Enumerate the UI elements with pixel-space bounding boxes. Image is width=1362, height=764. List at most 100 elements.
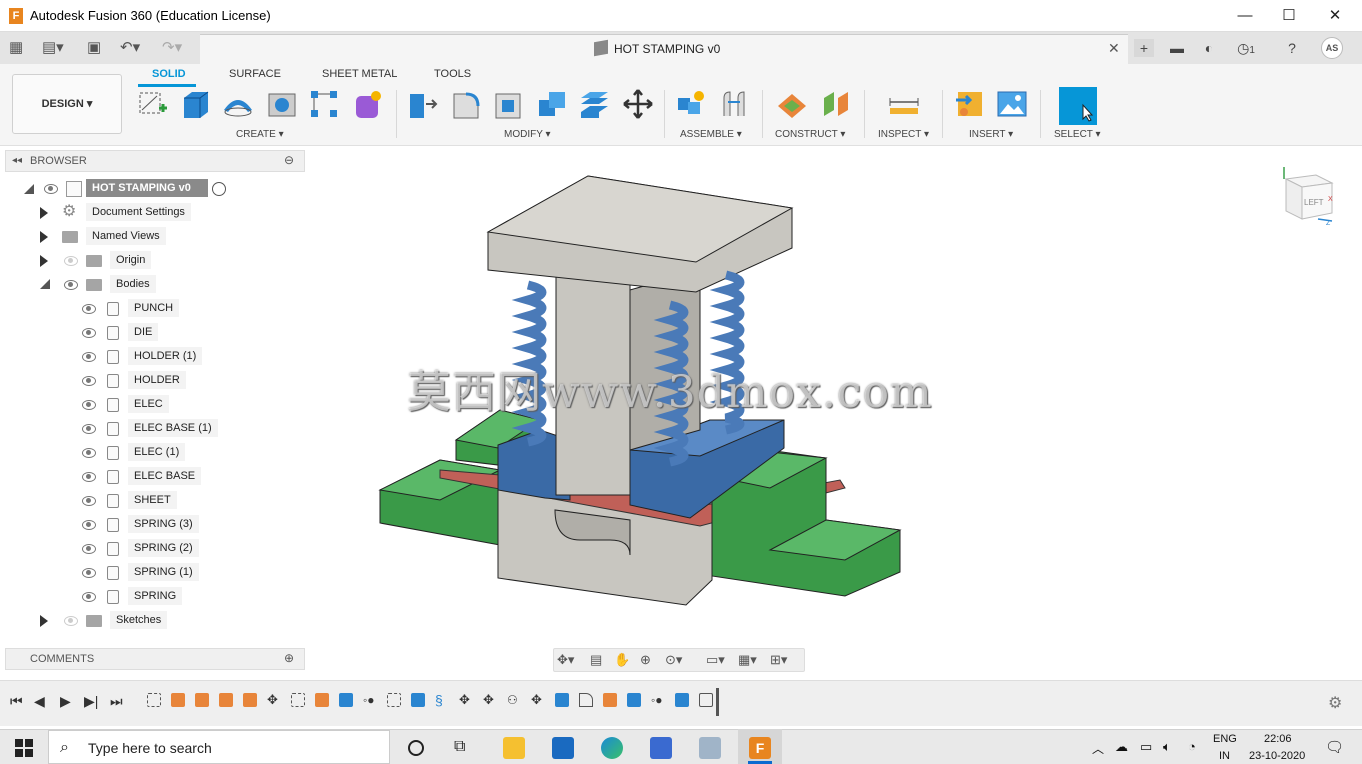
visibility-eye-icon[interactable] xyxy=(82,568,96,578)
timeline-move-icon[interactable]: ✥ xyxy=(459,693,473,707)
go-to-end-icon[interactable]: ⏭ xyxy=(110,693,123,710)
browser-node-named-views[interactable]: Named Views xyxy=(36,227,236,247)
grid-settings-icon[interactable]: ▦▾ xyxy=(738,652,757,668)
activate-radio-icon[interactable] xyxy=(212,182,226,196)
joint-icon[interactable] xyxy=(718,88,750,120)
show-hidden-icons-icon[interactable]: ︿ xyxy=(1092,740,1104,757)
timeline-split-icon[interactable] xyxy=(627,693,641,707)
body-item[interactable]: ELEC BASE (1) xyxy=(78,419,228,439)
split-body-icon[interactable] xyxy=(578,88,610,120)
play-icon[interactable]: ▶ xyxy=(60,693,71,710)
photos-icon[interactable] xyxy=(699,737,721,759)
visibility-eye-icon[interactable] xyxy=(82,376,96,386)
comments-panel-header[interactable]: COMMENTS ⊕ xyxy=(5,648,305,670)
insert-group-label[interactable]: INSERT ▾ xyxy=(969,129,1013,140)
timeline-joint-icon[interactable]: ◦● xyxy=(363,693,377,707)
hidden-eye-icon[interactable] xyxy=(64,256,78,266)
minimize-panel-icon[interactable]: ⊖ xyxy=(284,153,294,167)
viewports-icon[interactable]: ⊞▾ xyxy=(770,652,787,668)
browser-node-bodies[interactable]: Bodies xyxy=(36,275,236,295)
timeline-marker[interactable] xyxy=(716,688,719,716)
create-sketch-icon[interactable] xyxy=(137,88,169,120)
expand-arrow-icon[interactable] xyxy=(24,184,34,194)
visibility-eye-icon[interactable] xyxy=(82,520,96,530)
pattern-icon[interactable] xyxy=(308,88,340,120)
fit-zoom-icon[interactable]: ⊙▾ xyxy=(665,652,682,668)
timeline-combine-icon[interactable] xyxy=(675,693,689,707)
windows-start-icon[interactable] xyxy=(15,739,33,757)
timeline-combine-icon[interactable] xyxy=(555,693,569,707)
visibility-eye-icon[interactable] xyxy=(64,280,78,290)
undo-icon[interactable]: ↶▾ xyxy=(120,38,140,58)
help-icon[interactable]: ? xyxy=(1283,39,1301,57)
job-status-icon[interactable]: ◷1 xyxy=(1234,39,1258,57)
body-item[interactable]: HOLDER (1) xyxy=(78,347,228,367)
timeline-split-icon[interactable] xyxy=(339,693,353,707)
combine-icon[interactable] xyxy=(536,88,568,120)
body-item[interactable]: HOLDER xyxy=(78,371,228,391)
minimize-button[interactable]: — xyxy=(1234,6,1256,26)
chat-icon[interactable]: ▬ xyxy=(1168,39,1186,57)
visibility-eye-icon[interactable] xyxy=(82,328,96,338)
visibility-eye-icon[interactable] xyxy=(82,496,96,506)
browser-panel-header[interactable]: ◂◂ BROWSER ⊖ xyxy=(5,150,305,172)
shell-icon[interactable] xyxy=(492,88,524,120)
browser-root-node[interactable]: HOT STAMPING v0 xyxy=(20,179,240,199)
save-icon[interactable]: ▣ xyxy=(87,38,101,58)
timeline-extrude-icon[interactable] xyxy=(195,693,209,707)
orbit-icon[interactable]: ✥▾ xyxy=(557,652,574,668)
browser-node-sketches[interactable]: Sketches xyxy=(36,611,236,631)
assemble-group-label[interactable]: ASSEMBLE ▾ xyxy=(680,129,742,140)
timeline-shell-icon[interactable] xyxy=(699,693,713,707)
display-settings-icon[interactable]: ▭▾ xyxy=(706,652,725,668)
body-item[interactable]: SPRING (2) xyxy=(78,539,228,559)
step-back-icon[interactable]: ◀ xyxy=(34,693,45,710)
timeline-sketch-icon[interactable] xyxy=(387,693,401,707)
select-group-label[interactable]: SELECT ▾ xyxy=(1054,129,1101,140)
timeline-move-icon[interactable]: ✥ xyxy=(483,693,497,707)
close-window-button[interactable]: ✕ xyxy=(1324,6,1346,26)
select-tool-button[interactable] xyxy=(1059,87,1097,125)
tab-surface[interactable]: SURFACE xyxy=(229,68,281,80)
revolve-icon[interactable] xyxy=(222,88,254,120)
expand-arrow-icon[interactable] xyxy=(40,615,48,627)
pan-hand-icon[interactable]: ✋ xyxy=(614,652,630,668)
measure-icon[interactable] xyxy=(888,88,920,120)
task-view-icon[interactable]: ⧉ xyxy=(454,738,465,756)
tab-sheet-metal[interactable]: SHEET METAL xyxy=(322,68,397,80)
visibility-eye-icon[interactable] xyxy=(82,448,96,458)
language-indicator-bottom[interactable]: IN xyxy=(1219,750,1230,762)
hidden-eye-icon[interactable] xyxy=(64,616,78,626)
visibility-eye-icon[interactable] xyxy=(82,472,96,482)
plane-at-angle-icon[interactable] xyxy=(820,88,852,120)
extrude-icon[interactable] xyxy=(180,88,212,120)
zoom-icon[interactable]: ⊕ xyxy=(640,652,651,668)
timeline-settings-gear-icon[interactable]: ⚙ xyxy=(1328,693,1342,713)
wps-office-icon[interactable] xyxy=(650,737,672,759)
create-form-icon[interactable] xyxy=(352,88,384,120)
timeline-coil-icon[interactable]: § xyxy=(435,693,449,707)
file-explorer-icon[interactable] xyxy=(503,737,525,759)
visibility-eye-icon[interactable] xyxy=(82,352,96,362)
hole-icon[interactable] xyxy=(266,88,298,120)
body-item[interactable]: PUNCH xyxy=(78,299,228,319)
expand-arrow-icon[interactable] xyxy=(40,231,48,243)
timeline-fillet-icon[interactable] xyxy=(579,693,593,707)
new-component-icon[interactable] xyxy=(674,88,706,120)
close-tab-button[interactable]: ✕ xyxy=(1108,40,1120,57)
visibility-eye-icon[interactable] xyxy=(82,424,96,434)
offset-plane-icon[interactable] xyxy=(776,88,808,120)
create-group-label[interactable]: CREATE ▾ xyxy=(236,129,284,140)
collapse-arrow-icon[interactable] xyxy=(40,279,50,289)
body-item[interactable]: SPRING (1) xyxy=(78,563,228,583)
volume-icon[interactable]: 🔈︎ xyxy=(1163,739,1171,755)
visibility-eye-icon[interactable] xyxy=(44,184,58,194)
redo-icon[interactable]: ↷▾ xyxy=(162,38,182,58)
go-to-start-icon[interactable]: ⏮ xyxy=(10,693,23,710)
expand-arrow-icon[interactable] xyxy=(40,255,48,267)
look-at-icon[interactable]: ▤ xyxy=(590,652,602,668)
insert-derive-icon[interactable] xyxy=(954,88,986,120)
visibility-eye-icon[interactable] xyxy=(82,400,96,410)
body-item[interactable]: ELEC xyxy=(78,395,228,415)
fillet-icon[interactable] xyxy=(450,88,482,120)
